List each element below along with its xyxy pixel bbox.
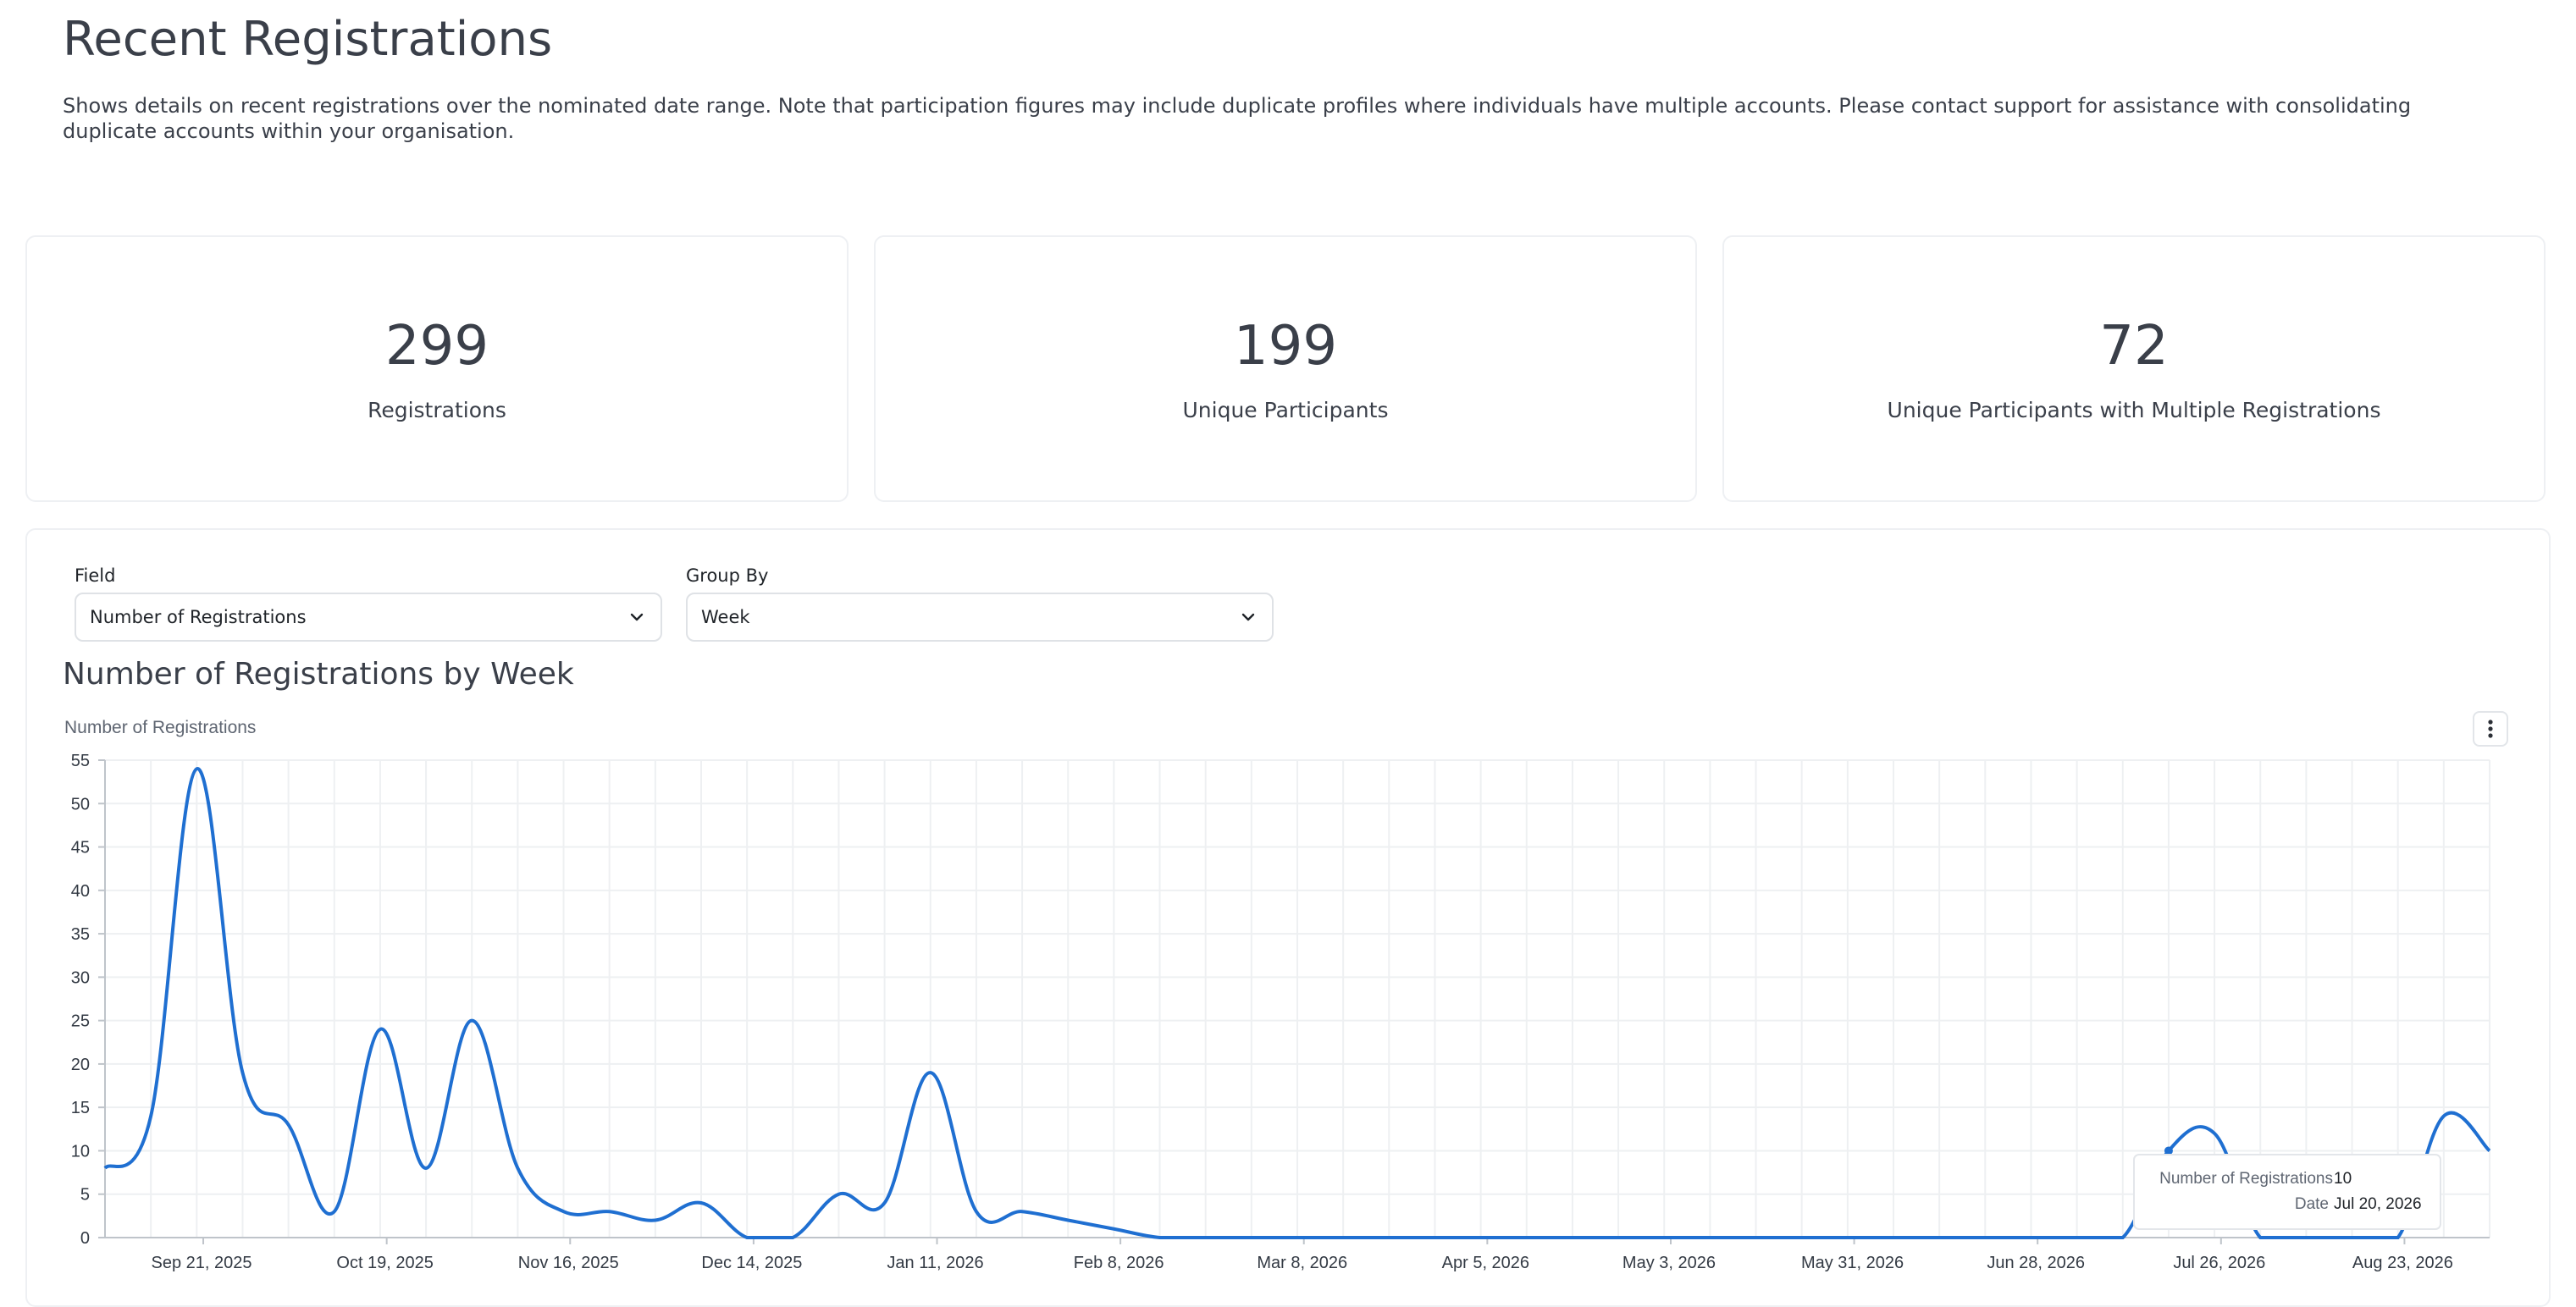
groupby-select-value: Week <box>701 607 750 627</box>
field-select-value: Number of Registrations <box>90 607 307 627</box>
more-vertical-icon <box>2488 720 2493 738</box>
stat-card-registrations: 299 Registrations <box>25 235 849 502</box>
stat-value: 299 <box>384 315 489 378</box>
stat-label: Unique Participants <box>1182 398 1389 422</box>
page-description: Shows details on recent registrations ov… <box>63 94 2412 143</box>
page-title: Recent Registrations <box>63 12 553 67</box>
field-select[interactable]: Number of Registrations <box>75 593 662 642</box>
y-axis-title: Number of Registrations <box>64 718 257 737</box>
chevron-down-icon <box>630 613 644 621</box>
groupby-select[interactable]: Week <box>686 593 1274 642</box>
chart-menu-button[interactable] <box>2473 711 2508 747</box>
chart-panel <box>25 528 2551 1307</box>
stat-label: Unique Participants with Multiple Regist… <box>1887 398 2381 422</box>
field-label: Field <box>75 565 116 586</box>
stat-card-unique-participants: 199 Unique Participants <box>874 235 1697 502</box>
stat-value: 72 <box>2099 315 2169 378</box>
stat-label: Registrations <box>368 398 506 422</box>
stat-card-multiple-registrations: 72 Unique Participants with Multiple Reg… <box>1722 235 2546 502</box>
stat-value: 199 <box>1233 315 1338 378</box>
chevron-down-icon <box>1241 613 1255 621</box>
groupby-label: Group By <box>686 565 769 586</box>
chart-title: Number of Registrations by Week <box>63 657 574 692</box>
